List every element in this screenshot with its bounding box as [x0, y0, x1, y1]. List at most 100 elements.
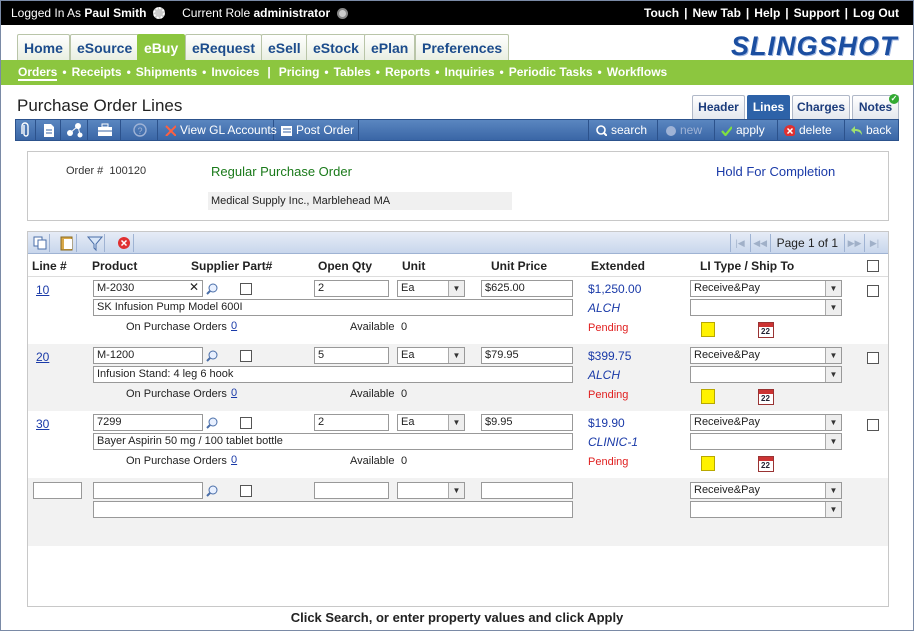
product-input[interactable]: M-1200	[93, 347, 203, 364]
logout-link[interactable]: Log Out	[853, 6, 899, 20]
unit-price-input[interactable]: $79.95	[481, 347, 573, 364]
attach-button[interactable]	[16, 120, 36, 140]
tab-preferences[interactable]: Preferences	[415, 34, 510, 61]
subnav-pricing[interactable]: Pricing	[279, 65, 320, 79]
supplier-part-checkbox[interactable]	[240, 350, 252, 362]
filter-button[interactable]	[85, 234, 105, 252]
touch-link[interactable]: Touch	[644, 6, 679, 20]
subnav-inquiries[interactable]: Inquiries	[445, 65, 495, 79]
unit-select[interactable]: ▼	[397, 482, 465, 499]
tab-esource[interactable]: eSource	[70, 34, 140, 61]
note-icon[interactable]	[701, 322, 715, 337]
open-qty-input[interactable]: 5	[314, 347, 389, 364]
first-page-button[interactable]: |◀	[729, 234, 750, 252]
current-role[interactable]: administrator	[253, 6, 330, 20]
description-input[interactable]: SK Infusion Pump Model 600I	[93, 299, 573, 316]
search-icon[interactable]	[206, 283, 218, 295]
briefcase-button[interactable]	[89, 120, 121, 140]
new-line-number-input[interactable]	[33, 482, 82, 499]
open-qty-input[interactable]: 2	[314, 414, 389, 431]
tab-estock[interactable]: eStock	[306, 34, 366, 61]
last-page-button[interactable]: ▶|	[864, 234, 884, 252]
post-order-button[interactable]: Post Order	[275, 120, 359, 140]
select-all-checkbox[interactable]	[867, 260, 879, 272]
line-number-link[interactable]: 30	[36, 417, 49, 431]
next-page-button[interactable]: ▶▶	[844, 234, 864, 252]
line-number-link[interactable]: 20	[36, 350, 49, 364]
prev-page-button[interactable]: ◀◀	[749, 234, 770, 252]
clear-filter-button[interactable]	[114, 234, 134, 252]
li-type-select[interactable]: Receive&Pay ▼	[690, 280, 842, 297]
open-qty-input[interactable]: 2	[314, 280, 389, 297]
subnav-receipts[interactable]: Receipts	[72, 65, 122, 79]
subnav-shipments[interactable]: Shipments	[136, 65, 197, 79]
supplier-part-checkbox[interactable]	[240, 283, 252, 295]
tab-charges[interactable]: Charges	[792, 95, 850, 119]
description-input[interactable]: Bayer Aspirin 50 mg / 100 tablet bottle	[93, 433, 573, 450]
gear-icon[interactable]	[152, 7, 165, 19]
subnav-reports[interactable]: Reports	[385, 65, 430, 79]
tab-eplan[interactable]: ePlan	[364, 34, 416, 61]
apply-button[interactable]: apply	[714, 120, 776, 140]
on-po-link[interactable]: 0	[231, 387, 237, 399]
description-input[interactable]: Infusion Stand: 4 leg 6 hook	[93, 366, 573, 383]
product-input[interactable]: M-2030	[93, 280, 203, 297]
unit-select[interactable]: Ea ▼	[397, 280, 465, 297]
note-icon[interactable]	[701, 389, 715, 404]
product-input[interactable]: 7299	[93, 414, 203, 431]
ship-to-select[interactable]: ▼	[690, 299, 842, 316]
on-po-link[interactable]: 0	[231, 320, 237, 332]
support-link[interactable]: Support	[794, 6, 840, 20]
unit-select[interactable]: Ea ▼	[397, 347, 465, 364]
copy-button[interactable]	[30, 234, 50, 252]
line-number-link[interactable]: 10	[36, 283, 49, 297]
workflow-button[interactable]	[62, 120, 88, 140]
supplier-part-checkbox[interactable]	[240, 485, 252, 497]
tab-ebuy[interactable]: eBuy	[137, 34, 186, 61]
unit-price-input[interactable]	[481, 482, 573, 499]
subnav-orders[interactable]: Orders	[18, 65, 58, 81]
ship-to-select[interactable]: ▼	[690, 501, 842, 518]
description-input[interactable]	[93, 501, 573, 518]
on-po-link[interactable]: 0	[231, 454, 237, 466]
user-name[interactable]: Paul Smith	[84, 6, 146, 20]
calendar-icon[interactable]: 22	[758, 322, 774, 338]
row-select-checkbox[interactable]	[867, 352, 879, 364]
unit-price-input[interactable]: $625.00	[481, 280, 573, 297]
search-icon[interactable]	[206, 417, 218, 429]
tab-erequest[interactable]: eRequest	[185, 34, 263, 61]
clear-icon[interactable]: ✕	[189, 280, 199, 294]
calendar-icon[interactable]: 22	[758, 456, 774, 472]
view-gl-accounts-button[interactable]: View GL Accounts	[159, 120, 277, 140]
subnav-tables[interactable]: Tables	[334, 65, 371, 79]
li-type-select[interactable]: Receive&Pay ▼	[690, 414, 842, 431]
unit-select[interactable]: Ea ▼	[397, 414, 465, 431]
tab-header[interactable]: Header	[692, 95, 745, 119]
tab-lines[interactable]: Lines	[747, 95, 790, 119]
subnav-invoices[interactable]: Invoices	[211, 65, 259, 79]
unit-price-input[interactable]: $9.95	[481, 414, 573, 431]
subnav-workflows[interactable]: Workflows	[607, 65, 667, 79]
document-button[interactable]	[37, 120, 61, 140]
role-switch-icon[interactable]	[336, 8, 348, 19]
help-button[interactable]: ?	[122, 120, 158, 140]
note-icon[interactable]	[701, 456, 715, 471]
tab-notes[interactable]: Notes ✓	[852, 94, 899, 119]
search-button[interactable]: search	[588, 120, 656, 140]
tab-home[interactable]: Home	[17, 34, 70, 61]
supplier-part-checkbox[interactable]	[240, 417, 252, 429]
row-select-checkbox[interactable]	[867, 419, 879, 431]
search-icon[interactable]	[206, 485, 218, 497]
paste-button[interactable]	[57, 234, 77, 252]
back-button[interactable]: back	[844, 120, 898, 140]
calendar-icon[interactable]: 22	[758, 389, 774, 405]
li-type-select[interactable]: Receive&Pay ▼	[690, 347, 842, 364]
search-icon[interactable]	[206, 350, 218, 362]
new-button[interactable]: new	[657, 120, 713, 140]
new-tab-link[interactable]: New Tab	[692, 6, 740, 20]
open-qty-input[interactable]	[314, 482, 389, 499]
help-link[interactable]: Help	[754, 6, 780, 20]
ship-to-select[interactable]: ▼	[690, 366, 842, 383]
subnav-periodic-tasks[interactable]: Periodic Tasks	[509, 65, 593, 79]
row-select-checkbox[interactable]	[867, 285, 879, 297]
